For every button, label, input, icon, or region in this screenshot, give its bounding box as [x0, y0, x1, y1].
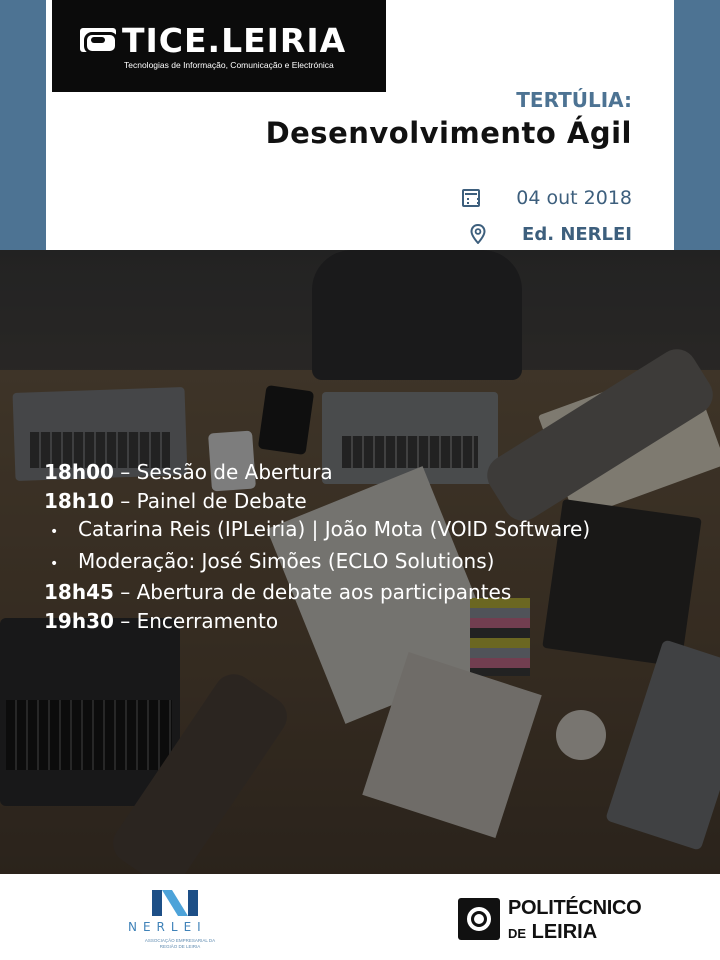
schedule-subitem: • Moderação: José Simões (ECLO Solutions) — [44, 547, 704, 579]
schedule-time: 18h10 — [44, 488, 114, 513]
schedule-list: 18h00 – Sessão de Abertura 18h10 – Paine… — [44, 458, 704, 635]
calendar-icon — [462, 189, 481, 207]
schedule-time: 18h45 — [44, 580, 114, 604]
schedule-text: – Encerramento — [113, 608, 279, 633]
logo-name: TICE.LEIRIA — [122, 21, 347, 60]
schedule-time: 18h00 — [44, 460, 114, 484]
right-frame-strip — [674, 0, 720, 250]
schedule-text: Catarina Reis (IPLeiria) | João Mota (VO… — [78, 517, 591, 541]
event-title: Desenvolvimento Ágil — [265, 116, 632, 150]
tice-logo-mark-icon — [80, 28, 118, 54]
schedule-time: 19h30 — [44, 608, 114, 633]
schedule-text: – Sessão de Abertura — [113, 460, 333, 484]
politecnico-name-line2: DE LEIRIA — [508, 921, 597, 944]
event-date-row: 04 out 2018 — [462, 185, 632, 211]
event-kicker: TERTÚLIA: — [516, 88, 632, 112]
event-location-row: Ed. NERLEI — [470, 221, 632, 247]
politecnico-name-line1: POLITÉCNICO — [508, 897, 642, 919]
schedule-text: Moderação: José Simões (ECLO Solutions) — [78, 548, 495, 573]
nerlei-logo-name: NERLEI — [128, 920, 207, 934]
politecnico-logo-icon — [458, 898, 500, 940]
event-location: Ed. NERLEI — [522, 223, 632, 245]
nerlei-logo-icon — [152, 890, 198, 916]
event-date: 04 out 2018 — [516, 187, 632, 209]
politecnico-prefix: DE — [508, 926, 527, 941]
schedule-item: 18h45 – Abertura de debate aos participa… — [44, 578, 704, 607]
politecnico-city: LEIRIA — [531, 921, 598, 943]
schedule-item: 18h10 – Painel de Debate — [44, 487, 704, 516]
schedule-subitem: • Catarina Reis (IPLeiria) | João Mota (V… — [44, 515, 704, 547]
bullet-icon: • — [50, 555, 59, 572]
map-pin-icon — [470, 224, 486, 244]
schedule-item: 18h00 – Sessão de Abertura — [44, 458, 704, 487]
schedule-text: – Abertura de debate aos participantes — [113, 580, 512, 604]
nerlei-logo-subtitle: ASSOCIAÇÃO EMPRESARIAL DA REGIÃO DE LEIR… — [144, 938, 216, 949]
left-frame-strip — [0, 0, 46, 250]
logo-subtitle: Tecnologias de Informação, Comunicação e… — [124, 60, 334, 70]
bullet-icon: • — [50, 524, 59, 540]
schedule-item: 19h30 – Encerramento — [44, 607, 704, 636]
schedule-text: – Painel de Debate — [113, 488, 307, 513]
